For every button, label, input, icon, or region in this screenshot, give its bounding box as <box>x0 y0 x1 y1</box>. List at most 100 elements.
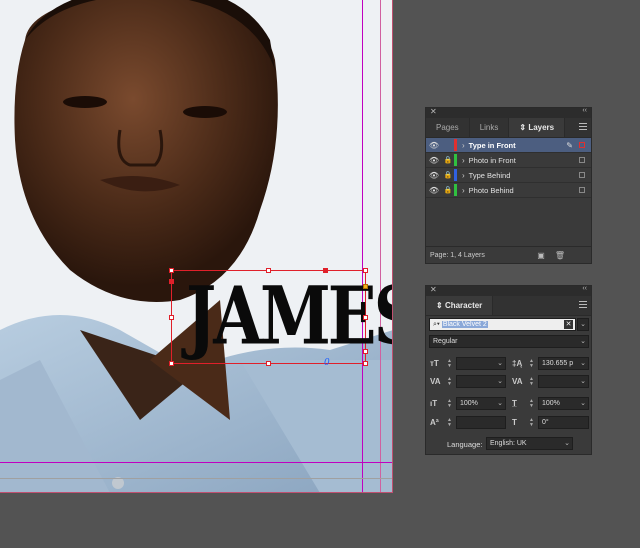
vertical-scale-field[interactable]: 100% ⌄ <box>456 397 506 410</box>
disclosure-triangle-icon[interactable]: › <box>462 171 465 180</box>
tracking-field[interactable]: ⌄ <box>538 375 589 388</box>
selection-square-icon[interactable] <box>579 142 585 148</box>
language-select[interactable]: English: UK ⌄ <box>486 437 573 450</box>
disclosure-triangle-icon[interactable]: › <box>462 156 465 165</box>
document-canvas[interactable]: JAMES 0 <box>0 0 640 548</box>
collapse-icon[interactable]: ‹‹ <box>582 285 587 292</box>
tab-layers[interactable]: ⇕ Layers <box>509 118 566 137</box>
stepper-arrows-icon[interactable]: ▲ ▼ <box>529 399 534 409</box>
eye-icon[interactable]: 👁 <box>426 171 442 180</box>
stepper-arrows-icon[interactable]: ▲ ▼ <box>447 418 452 428</box>
frame-handle[interactable] <box>363 268 368 273</box>
font-size-field[interactable]: ⌄ <box>456 357 506 370</box>
font-family-field[interactable]: ⌕▾ Black Velvet 2 ✕ <box>429 318 576 331</box>
portrait-photo <box>0 0 392 492</box>
headline-text[interactable]: JAMES <box>186 276 392 357</box>
corner-options-handle[interactable] <box>363 284 368 289</box>
layers-panel: ✕ ‹‹ Pages Links ⇕ Layers 👁 › Type in Fr… <box>425 107 592 264</box>
font-size-icon: ᴛT <box>430 359 439 368</box>
disclosure-triangle-icon[interactable]: › <box>462 141 465 150</box>
frame-handle[interactable] <box>169 361 174 366</box>
character-panel: ✕ ‹‹ ⇕ Character ⌕▾ Black Velvet 2 ✕ ⌄ R… <box>425 285 592 455</box>
skew-icon: T <box>512 418 517 427</box>
frame-handle[interactable] <box>169 268 174 273</box>
new-layer-icon[interactable]: ▣ <box>537 251 555 260</box>
document-page[interactable]: JAMES 0 <box>0 0 393 493</box>
stepper-arrows-icon[interactable]: ▲ ▼ <box>529 418 534 428</box>
leading-icon: ‡Ą <box>512 359 523 368</box>
stepper-arrows-icon[interactable]: ▲ ▼ <box>447 359 452 369</box>
vertical-scale-icon: ıT <box>430 399 438 408</box>
font-style-select[interactable]: Regular ⌄ <box>429 335 589 348</box>
layers-status: Page: 1, 4 Layers <box>430 251 485 259</box>
kerning-icon: VA <box>430 377 441 386</box>
leading-field[interactable]: 130.655 p ⌄ <box>538 357 589 370</box>
horizontal-scale-field[interactable]: 100% ⌄ <box>538 397 589 410</box>
panel-titlebar[interactable]: ✕ ‹‹ <box>426 107 591 118</box>
tab-links[interactable]: Links <box>470 118 510 137</box>
panel-tabs: ⇕ Character <box>426 296 591 316</box>
lock-icon[interactable]: 🔒 <box>442 171 454 179</box>
eye-icon[interactable]: 👁 <box>426 141 442 150</box>
stepper-arrows-icon[interactable]: ▲ ▼ <box>529 359 534 369</box>
selection-square-icon[interactable] <box>579 157 585 163</box>
language-value: English: UK <box>490 440 527 447</box>
trash-icon[interactable]: 🗑 <box>555 251 575 260</box>
layer-color-swatch <box>454 184 457 196</box>
stepper-arrows-icon[interactable]: ▲ ▼ <box>447 399 452 409</box>
collapse-icon[interactable]: ‹‹ <box>582 107 587 114</box>
font-style-value: Regular <box>433 338 458 345</box>
layer-row-type-in-front[interactable]: 👁 › Type in Front ✎ <box>426 138 591 153</box>
close-icon[interactable]: ✕ <box>430 107 437 116</box>
bleed-guide-horizontal <box>0 478 392 479</box>
layer-color-swatch <box>454 154 457 166</box>
layers-footer: Page: 1, 4 Layers ▣🗑 <box>426 246 591 263</box>
font-family-value: Black Velvet 2 <box>441 321 488 328</box>
frame-handle[interactable] <box>169 315 174 320</box>
layer-row-type-behind[interactable]: 👁 🔒 › Type Behind <box>426 168 591 183</box>
horizontal-scale-icon: T̲ <box>512 399 517 408</box>
layer-color-swatch <box>454 169 457 181</box>
stepper-arrows-icon[interactable]: ▲ ▼ <box>447 377 452 387</box>
baseline-shift-field[interactable] <box>456 416 506 429</box>
leading-value: 130.655 p <box>542 360 574 367</box>
stepper-arrows-icon[interactable]: ▲ ▼ <box>529 377 534 387</box>
kerning-field[interactable]: ⌄ <box>456 375 506 388</box>
frame-handle[interactable] <box>169 279 174 284</box>
frame-handle[interactable] <box>363 361 368 366</box>
panel-menu-icon[interactable] <box>579 301 587 310</box>
tab-character[interactable]: ⇕ Character <box>426 296 494 315</box>
frame-handle[interactable] <box>266 361 271 366</box>
chevron-down-icon: ⌄ <box>580 338 586 345</box>
lock-icon[interactable]: 🔒 <box>442 156 454 164</box>
frame-handle[interactable] <box>363 349 368 354</box>
layer-name: Photo Behind <box>468 185 514 195</box>
layer-color-swatch <box>454 139 457 151</box>
chevron-down-icon: ⌄ <box>497 378 503 385</box>
frame-handle[interactable] <box>323 268 328 273</box>
text-frame[interactable]: JAMES 0 <box>169 268 392 368</box>
panel-titlebar[interactable]: ✕ ‹‹ <box>426 285 591 296</box>
guide-horizontal <box>0 462 392 463</box>
frame-handle[interactable] <box>363 315 368 320</box>
layer-name: Photo in Front <box>468 155 516 165</box>
layer-row-photo-in-front[interactable]: 👁 🔒 › Photo in Front <box>426 153 591 168</box>
selection-square-icon[interactable] <box>579 187 585 193</box>
layer-row-photo-behind[interactable]: 👁 🔒 › Photo Behind <box>426 183 591 198</box>
eye-icon[interactable]: 👁 <box>426 186 442 195</box>
chevron-down-icon: ⌄ <box>580 360 586 367</box>
panel-menu-icon[interactable] <box>579 123 587 132</box>
layer-name: Type in Front <box>468 140 516 150</box>
pen-icon: ✎ <box>566 140 573 150</box>
tab-pages[interactable]: Pages <box>426 118 470 137</box>
lock-icon[interactable]: 🔒 <box>442 186 454 194</box>
text-thread-out-port[interactable]: 0 <box>324 358 330 368</box>
frame-handle[interactable] <box>266 268 271 273</box>
close-icon[interactable]: ✕ <box>430 285 437 294</box>
clear-icon[interactable]: ✕ <box>564 320 573 329</box>
selection-square-icon[interactable] <box>579 172 585 178</box>
skew-field[interactable]: 0° <box>538 416 589 429</box>
font-family-dropdown[interactable]: ⌄ <box>577 318 589 331</box>
eye-icon[interactable]: 👁 <box>426 156 442 165</box>
disclosure-triangle-icon[interactable]: › <box>462 186 465 195</box>
